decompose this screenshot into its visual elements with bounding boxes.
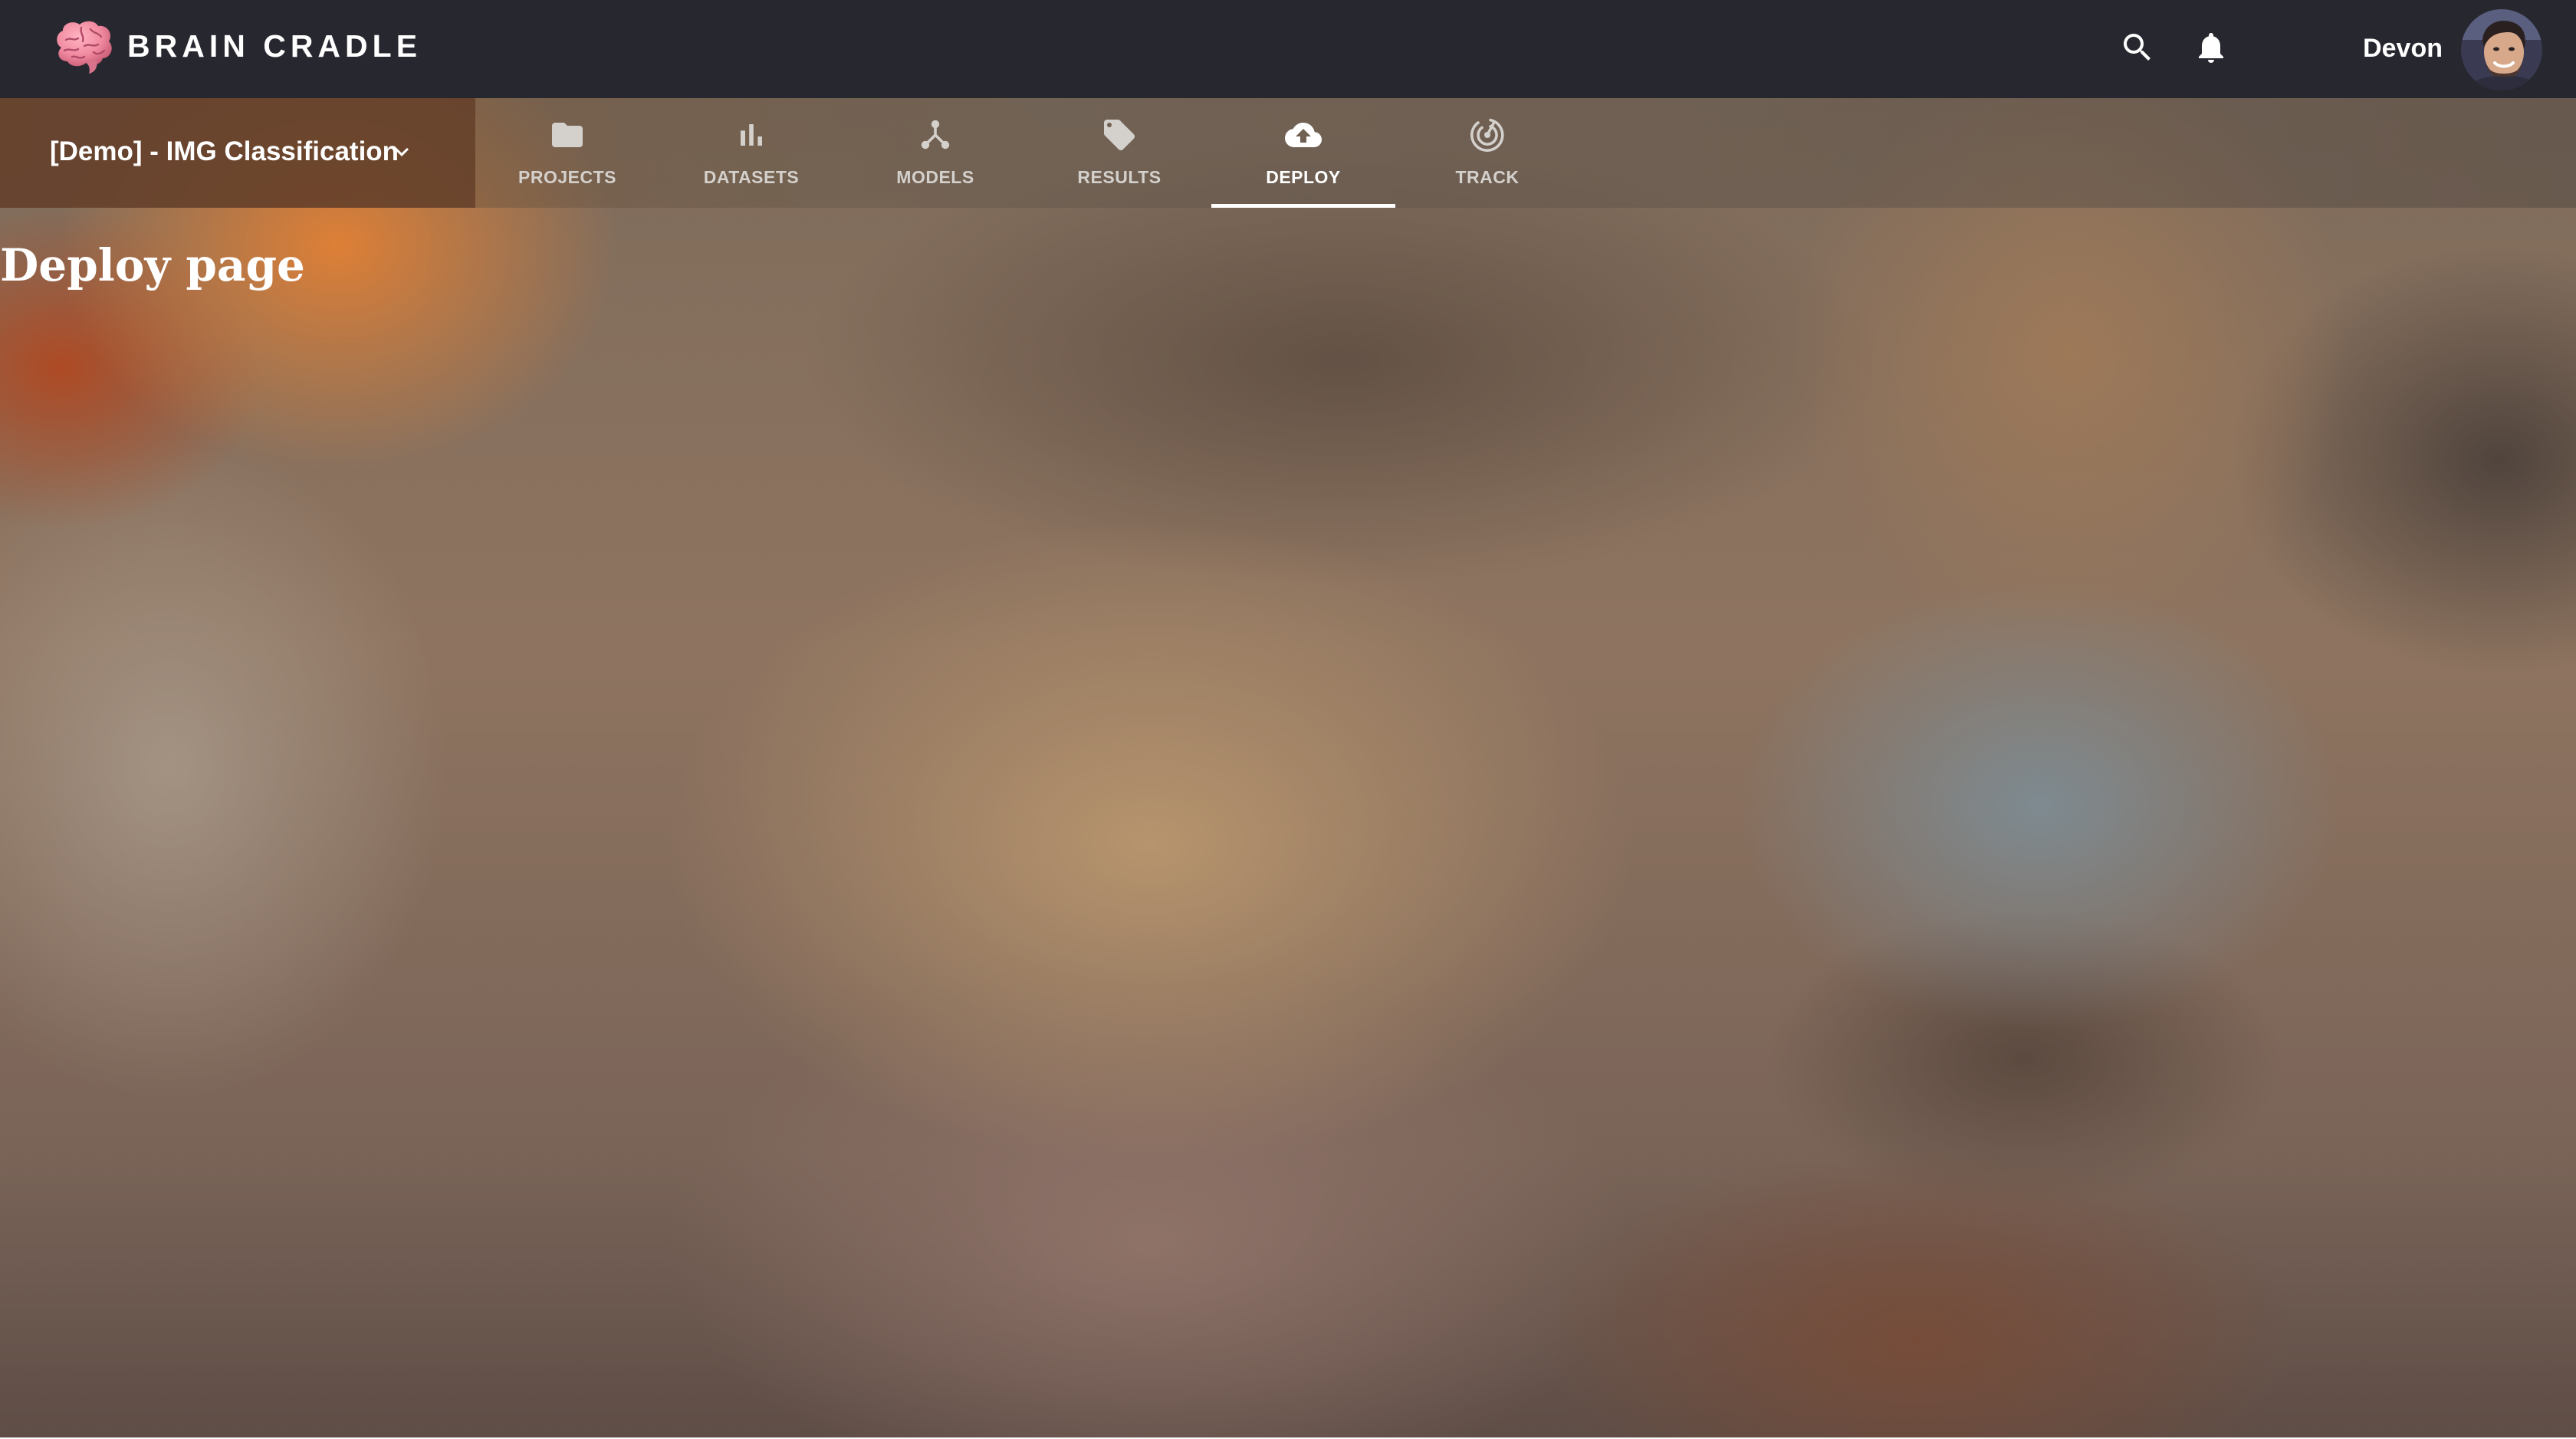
tab-label: PROJECTS: [518, 167, 616, 187]
search-icon[interactable]: [2119, 29, 2156, 66]
brand[interactable]: BRAIN CRADLE: [51, 17, 422, 75]
tab-label: MODELS: [896, 167, 974, 187]
tab-label: DATASETS: [703, 167, 800, 187]
tab-results[interactable]: RESULTS: [1027, 98, 1211, 208]
folder-icon: [549, 117, 586, 153]
brain-icon: [51, 17, 117, 75]
nav-tabs: PROJECTS DATASETS MODELS RESULTS DEPLOY …: [475, 98, 1579, 208]
app-bar: BRAIN CRADLE Devon: [0, 0, 2576, 98]
tab-projects[interactable]: PROJECTS: [475, 98, 659, 208]
tab-datasets[interactable]: DATASETS: [659, 98, 843, 208]
tab-label: RESULTS: [1077, 167, 1162, 187]
tab-label: DEPLOY: [1266, 167, 1341, 187]
main-nav: [Demo] - IMG Classification PROJECTS DAT…: [0, 98, 2576, 208]
tab-deploy[interactable]: DEPLOY: [1211, 98, 1395, 208]
bar-chart-icon: [733, 117, 770, 153]
project-name: [Demo] - IMG Classification: [50, 136, 399, 166]
active-tab-indicator: [1211, 204, 1395, 208]
tag-icon: [1101, 117, 1138, 153]
chevron-down-icon: [388, 138, 416, 166]
project-selector[interactable]: [Demo] - IMG Classification: [0, 98, 475, 208]
tab-track[interactable]: TRACK: [1395, 98, 1579, 208]
tab-models[interactable]: MODELS: [843, 98, 1027, 208]
background-image: [0, 0, 2576, 1439]
radar-icon: [1469, 117, 1506, 153]
page-title: Deploy page: [0, 239, 305, 291]
tab-label: TRACK: [1455, 167, 1520, 187]
user-name[interactable]: Devon: [2363, 34, 2443, 64]
avatar[interactable]: [2461, 9, 2542, 90]
brand-name: BRAIN CRADLE: [127, 28, 422, 64]
network-icon: [917, 117, 954, 153]
bell-icon[interactable]: [2193, 29, 2229, 66]
cloud-upload-icon: [1285, 117, 1322, 153]
